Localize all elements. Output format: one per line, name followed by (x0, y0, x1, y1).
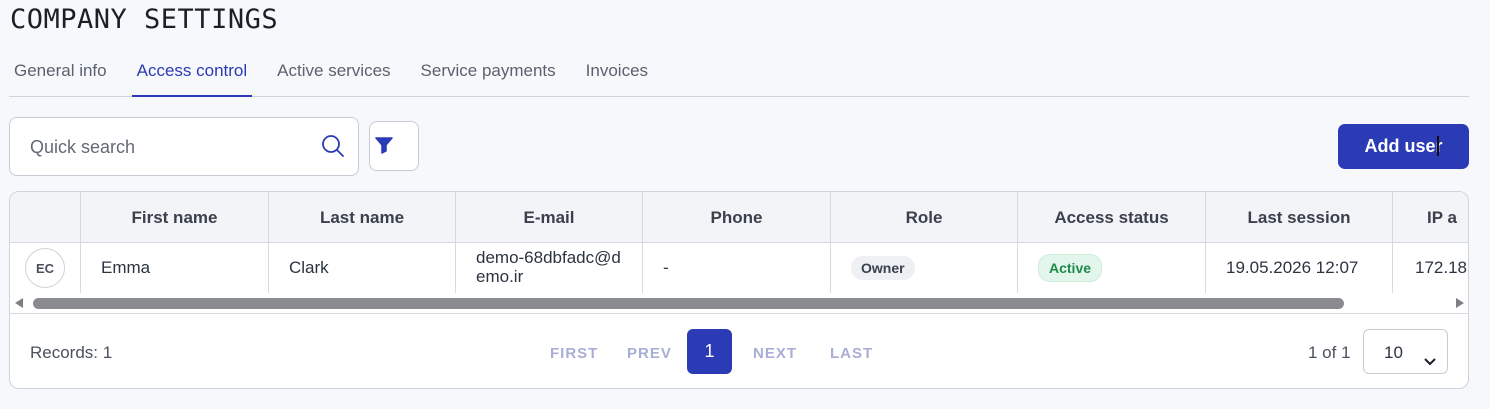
page-indicator: 1 of 1 (1308, 343, 1351, 362)
last-page-link[interactable]: LAST (830, 345, 873, 362)
avatar: EC (25, 248, 65, 288)
table-row[interactable]: EC Emma Clark demo-68dbfadc@demo.ir - Ow… (10, 243, 1469, 293)
column-header-ip[interactable]: IP a (1393, 192, 1468, 243)
tab-active-services[interactable]: Active services (277, 52, 390, 97)
next-page-link[interactable]: NEXT (753, 345, 797, 362)
column-header-first-name[interactable]: First name (81, 192, 269, 243)
search-icon[interactable] (321, 134, 345, 163)
filter-button[interactable] (369, 121, 419, 171)
scroll-left-arrow-icon[interactable] (15, 298, 23, 308)
column-header-last-session[interactable]: Last session (1206, 192, 1393, 243)
first-name-cell: Emma (81, 243, 269, 293)
role-cell: Owner (831, 243, 1018, 293)
ip-cell: 172.18. (1415, 258, 1469, 277)
table-header: First name Last name E-mail Phone Role A… (10, 192, 1468, 243)
column-header-avatar (10, 192, 81, 243)
resize-handle (1437, 136, 1439, 156)
per-page-select[interactable]: 10 (1363, 329, 1448, 374)
last-name-cell: Clark (269, 243, 456, 293)
column-header-role[interactable]: Role (831, 192, 1018, 243)
page-title: COMPANY SETTINGS (10, 4, 279, 35)
chevron-down-icon (1423, 343, 1437, 388)
scroll-right-arrow-icon[interactable] (1456, 298, 1464, 308)
phone-cell: - (643, 243, 831, 293)
column-header-last-name[interactable]: Last name (269, 192, 456, 243)
pagination: Records: 1 FIRST PREV 1 NEXT LAST 1 of 1… (10, 313, 1468, 388)
scrollbar-thumb[interactable] (33, 298, 1344, 309)
tab-general-info[interactable]: General info (14, 52, 107, 97)
first-page-link[interactable]: FIRST (550, 345, 598, 362)
horizontal-scrollbar[interactable] (10, 293, 1468, 313)
tab-invoices[interactable]: Invoices (586, 52, 648, 97)
per-page-value: 10 (1384, 343, 1403, 362)
email-cell: demo-68dbfadc@demo.ir (456, 243, 643, 293)
column-header-access-status[interactable]: Access status (1018, 192, 1206, 243)
current-page-button[interactable]: 1 (687, 329, 732, 374)
status-badge: Active (1038, 254, 1103, 282)
last-session-cell: 19.05.2026 12:07 (1206, 243, 1393, 293)
prev-page-link[interactable]: PREV (627, 345, 672, 362)
add-user-button[interactable]: Add user (1338, 124, 1469, 169)
filter-icon (374, 135, 394, 160)
records-count: Records: 1 (30, 343, 113, 362)
tab-access-control[interactable]: Access control (131, 52, 253, 97)
settings-tabs: General info Access control Active servi… (9, 52, 1469, 97)
search-input[interactable] (30, 135, 310, 159)
column-header-email[interactable]: E-mail (456, 192, 643, 243)
avatar-cell: EC (10, 243, 81, 293)
quick-search-box (9, 117, 359, 176)
tab-service-payments[interactable]: Service payments (421, 52, 556, 97)
access-status-cell: Active (1018, 243, 1206, 293)
email-value: demo-68dbfadc@demo.ir (476, 248, 621, 286)
role-badge: Owner (851, 256, 915, 280)
column-header-phone[interactable]: Phone (643, 192, 831, 243)
users-table: First name Last name E-mail Phone Role A… (9, 191, 1469, 389)
